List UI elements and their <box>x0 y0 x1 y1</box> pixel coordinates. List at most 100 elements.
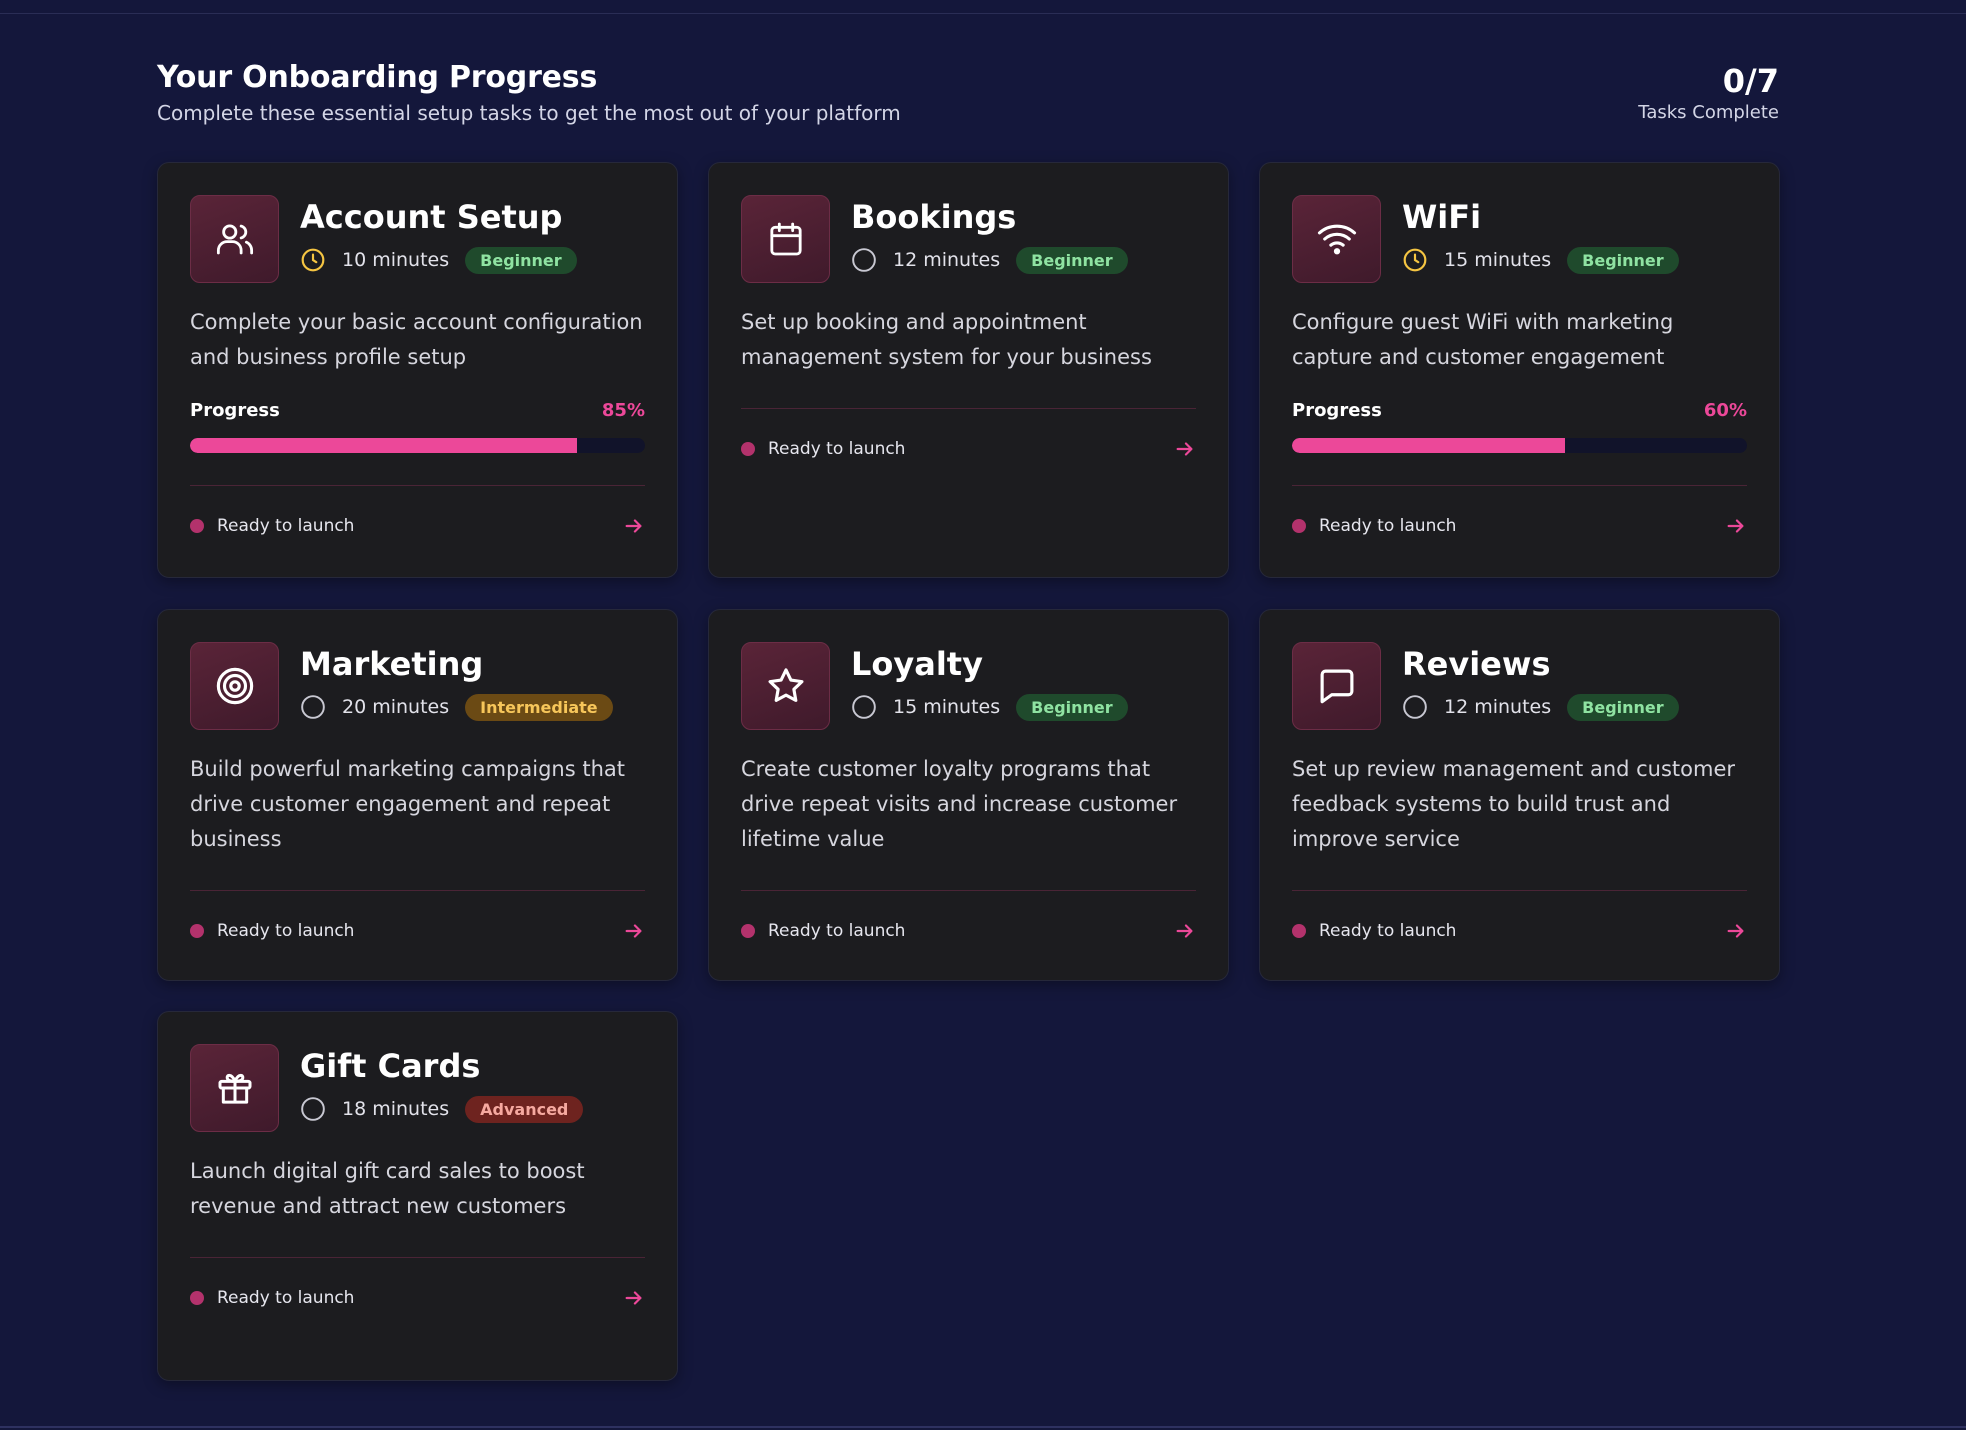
message-icon <box>1292 642 1381 730</box>
task-card-marketing[interactable]: Marketing 20 minutes Intermediate Build … <box>157 609 678 981</box>
progress-header: Progress 60% <box>1292 400 1747 421</box>
task-duration: 12 minutes <box>1444 696 1552 718</box>
card-footer: Ready to launch <box>190 891 645 971</box>
task-duration: 10 minutes <box>342 249 450 271</box>
card-footer: Ready to launch <box>741 409 1196 489</box>
gift-icon <box>190 1044 279 1132</box>
card-footer: Ready to launch <box>190 486 645 566</box>
task-description: Complete your basic account configuratio… <box>190 310 643 369</box>
circle-icon <box>851 247 877 273</box>
task-title: Gift Cards <box>300 1047 481 1085</box>
task-duration: 15 minutes <box>893 696 1001 718</box>
level-badge: Beginner <box>465 246 577 274</box>
task-count-label: Tasks Complete <box>1638 102 1779 123</box>
task-description: Build powerful marketing campaigns that … <box>190 757 625 851</box>
status-dot <box>1292 924 1306 938</box>
task-duration: 18 minutes <box>342 1098 450 1120</box>
task-description: Create customer loyalty programs that dr… <box>741 757 1178 851</box>
task-card-wifi[interactable]: WiFi 15 minutes Beginner Configure guest… <box>1259 162 1780 578</box>
progress-percent: 60% <box>1703 400 1747 421</box>
calendar-icon <box>741 195 830 283</box>
level-badge: Beginner <box>1016 693 1128 721</box>
onboarding-section: Your Onboarding Progress Complete these … <box>157 56 1780 1381</box>
task-card-reviews[interactable]: Reviews 12 minutes Beginner Set up revie… <box>1259 609 1780 981</box>
task-title: WiFi <box>1402 198 1482 236</box>
arrow-right-icon[interactable] <box>1725 515 1747 537</box>
task-title: Loyalty <box>851 645 983 683</box>
status-text: Ready to launch <box>768 921 906 941</box>
status-text: Ready to launch <box>217 516 355 536</box>
header-text: Your Onboarding Progress Complete these … <box>157 56 901 125</box>
progress-bar <box>190 438 645 453</box>
status: Ready to launch <box>1292 516 1456 536</box>
level-badge: Beginner <box>1567 693 1679 721</box>
star-icon <box>741 642 830 730</box>
task-title: Account Setup <box>300 198 563 236</box>
status-text: Ready to launch <box>768 439 906 459</box>
status-text: Ready to launch <box>1319 516 1457 536</box>
arrow-right-icon[interactable] <box>1725 920 1747 942</box>
target-icon <box>190 642 279 730</box>
status: Ready to launch <box>741 439 905 459</box>
top-divider <box>0 13 1966 14</box>
status: Ready to launch <box>1292 921 1456 941</box>
card-footer: Ready to launch <box>741 891 1196 971</box>
task-card-loyalty[interactable]: Loyalty 15 minutes Beginner Create custo… <box>708 609 1229 981</box>
task-grid: Account Setup 10 minutes Beginner Comple… <box>157 162 1780 1381</box>
progress-label: Progress <box>190 400 280 421</box>
status-text: Ready to launch <box>1319 921 1457 941</box>
status-dot <box>190 924 204 938</box>
clock-icon <box>300 247 326 273</box>
status: Ready to launch <box>190 1288 354 1308</box>
circle-icon <box>851 694 877 720</box>
task-title: Bookings <box>851 198 1017 236</box>
bottom-divider <box>0 1426 1966 1428</box>
card-footer: Ready to launch <box>190 1258 645 1338</box>
progress-label: Progress <box>1292 400 1382 421</box>
arrow-right-icon[interactable] <box>623 920 645 942</box>
task-description: Set up review management and customer fe… <box>1292 757 1736 851</box>
task-duration: 20 minutes <box>342 696 450 718</box>
status: Ready to launch <box>190 921 354 941</box>
progress-percent: 85% <box>601 400 645 421</box>
circle-icon <box>300 694 326 720</box>
progress-bar-fill <box>1292 438 1565 453</box>
task-card-gift-cards[interactable]: Gift Cards 18 minutes Advanced Launch di… <box>157 1011 678 1381</box>
arrow-right-icon[interactable] <box>623 1287 645 1309</box>
level-badge: Advanced <box>465 1095 584 1123</box>
arrow-right-icon[interactable] <box>1174 438 1196 460</box>
status-dot <box>741 924 755 938</box>
arrow-right-icon[interactable] <box>623 515 645 537</box>
clock-icon <box>1402 247 1428 273</box>
status: Ready to launch <box>190 516 354 536</box>
task-description: Launch digital gift card sales to boost … <box>190 1159 585 1218</box>
task-card-bookings[interactable]: Bookings 12 minutes Beginner Set up book… <box>708 162 1229 578</box>
task-title: Reviews <box>1402 645 1551 683</box>
circle-icon <box>300 1096 326 1122</box>
page-subtitle: Complete these essential setup tasks to … <box>157 101 901 125</box>
task-counter: 0/7 Tasks Complete <box>1638 56 1779 123</box>
card-footer: Ready to launch <box>1292 891 1747 971</box>
arrow-right-icon[interactable] <box>1174 920 1196 942</box>
task-description: Configure guest WiFi with marketing capt… <box>1292 310 1674 369</box>
status-dot <box>190 519 204 533</box>
circle-icon <box>1402 694 1428 720</box>
progress-header: Progress 85% <box>190 400 645 421</box>
status-dot <box>1292 519 1306 533</box>
task-description: Set up booking and appointment managemen… <box>741 310 1152 369</box>
level-badge: Beginner <box>1016 246 1128 274</box>
users-icon <box>190 195 279 283</box>
progress-bar <box>1292 438 1747 453</box>
page-title: Your Onboarding Progress <box>157 60 598 95</box>
level-badge: Intermediate <box>465 693 613 721</box>
level-badge: Beginner <box>1567 246 1679 274</box>
status-text: Ready to launch <box>217 1288 355 1308</box>
status-text: Ready to launch <box>217 921 355 941</box>
status-dot <box>190 1291 204 1305</box>
wifi-icon <box>1292 195 1381 283</box>
task-card-account-setup[interactable]: Account Setup 10 minutes Beginner Comple… <box>157 162 678 578</box>
progress-bar-fill <box>190 438 577 453</box>
task-duration: 15 minutes <box>1444 249 1552 271</box>
task-title: Marketing <box>300 645 484 683</box>
header: Your Onboarding Progress Complete these … <box>157 56 1779 162</box>
